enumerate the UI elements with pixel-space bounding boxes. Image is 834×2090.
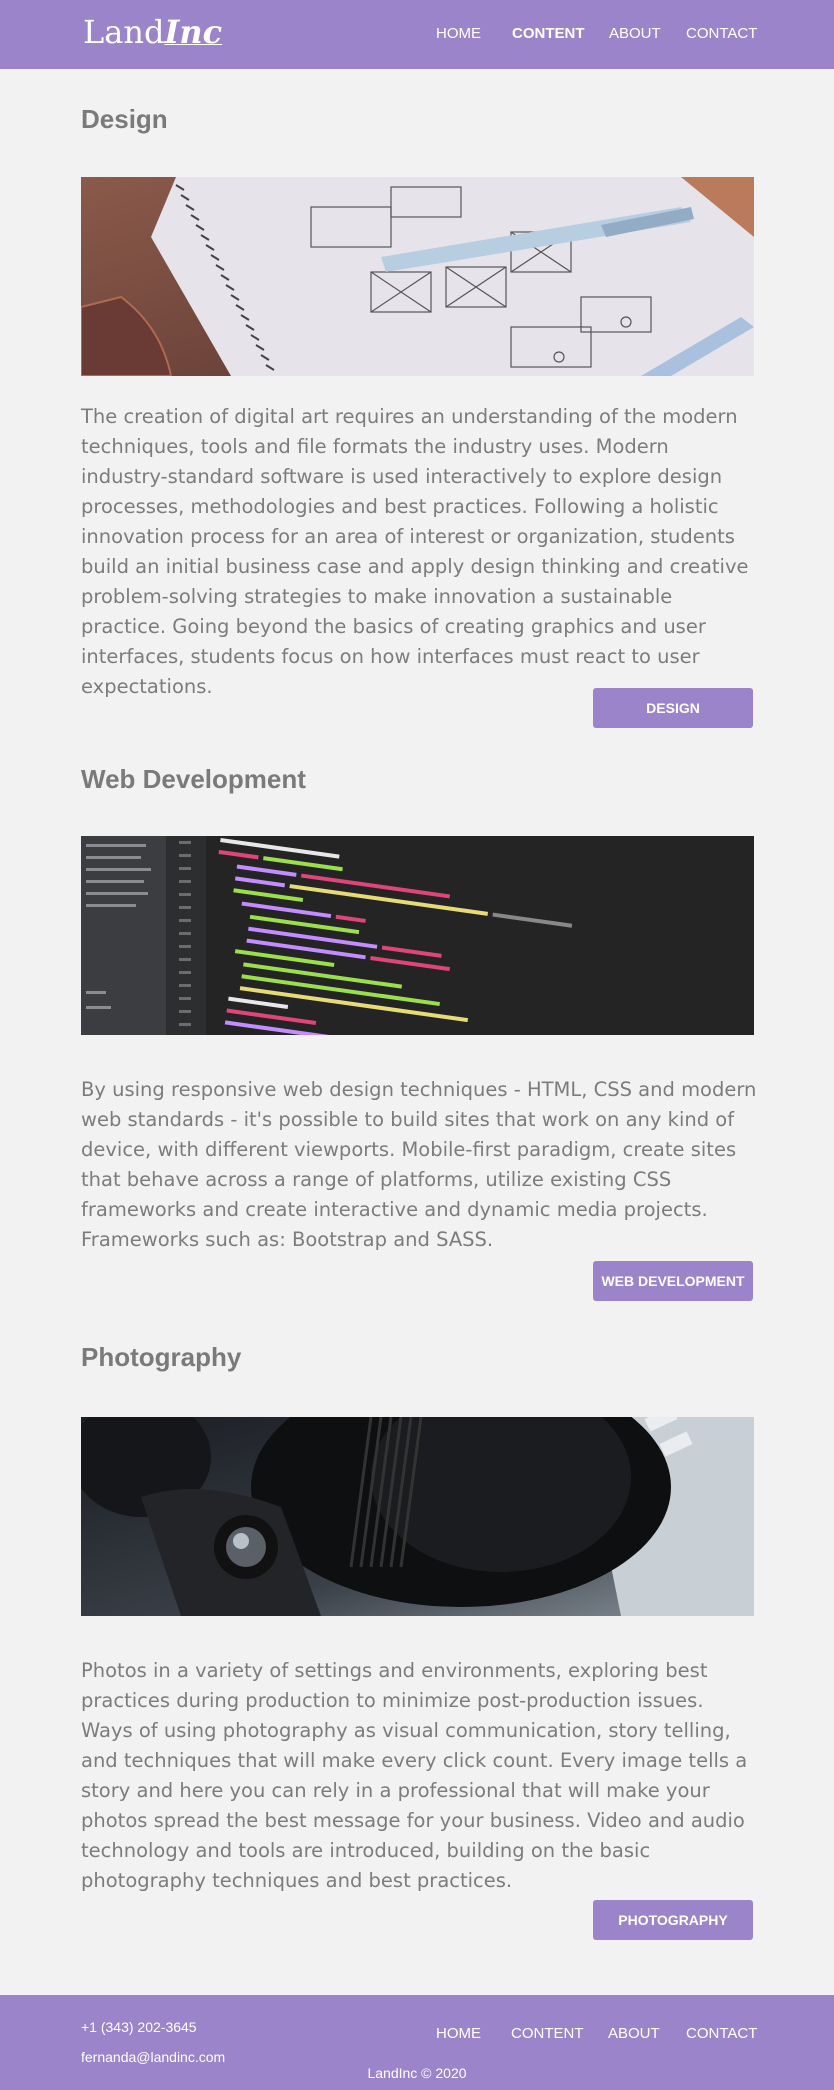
section-title-photography: Photography — [81, 1342, 242, 1372]
section-title-design: Design — [81, 104, 168, 134]
brand-name: Land — [83, 13, 165, 51]
site-footer: +1 (343) 202-3645 fernanda@landinc.com H… — [0, 1995, 834, 2090]
top-header: LandInc HOME CONTENT ABOUT CONTACT — [0, 0, 834, 69]
section-title-web-development: Web Development — [81, 764, 306, 794]
photography-button[interactable]: PHOTOGRAPHY — [593, 1900, 753, 1940]
web-development-image — [81, 836, 754, 1035]
section-text-photography: Photos in a variety of settings and envi… — [81, 1659, 748, 1892]
footer-nav-contact[interactable]: CONTACT — [686, 2025, 757, 2042]
nav-about[interactable]: ABOUT — [609, 25, 661, 42]
web-development-button[interactable]: WEB DEVELOPMENT — [593, 1261, 753, 1301]
nav-home[interactable]: HOME — [436, 25, 481, 42]
design-button[interactable]: DESIGN — [593, 688, 753, 728]
brand-logo[interactable]: LandInc — [83, 12, 222, 52]
brand-suffix: Inc — [164, 13, 223, 51]
section-text-web-development: By using responsive web design technique… — [81, 1078, 757, 1251]
footer-nav-home[interactable]: HOME — [436, 2025, 481, 2042]
footer-nav-about[interactable]: ABOUT — [608, 2025, 660, 2042]
footer-nav-content[interactable]: CONTENT — [511, 2025, 584, 2042]
footer-copyright: LandInc © 2020 — [367, 2065, 467, 2081]
section-text-design: The creation of digital art requires an … — [81, 405, 749, 698]
nav-contact[interactable]: CONTACT — [686, 25, 757, 42]
photography-image — [81, 1417, 754, 1616]
nav-content[interactable]: CONTENT — [512, 25, 585, 42]
design-image — [81, 177, 754, 376]
